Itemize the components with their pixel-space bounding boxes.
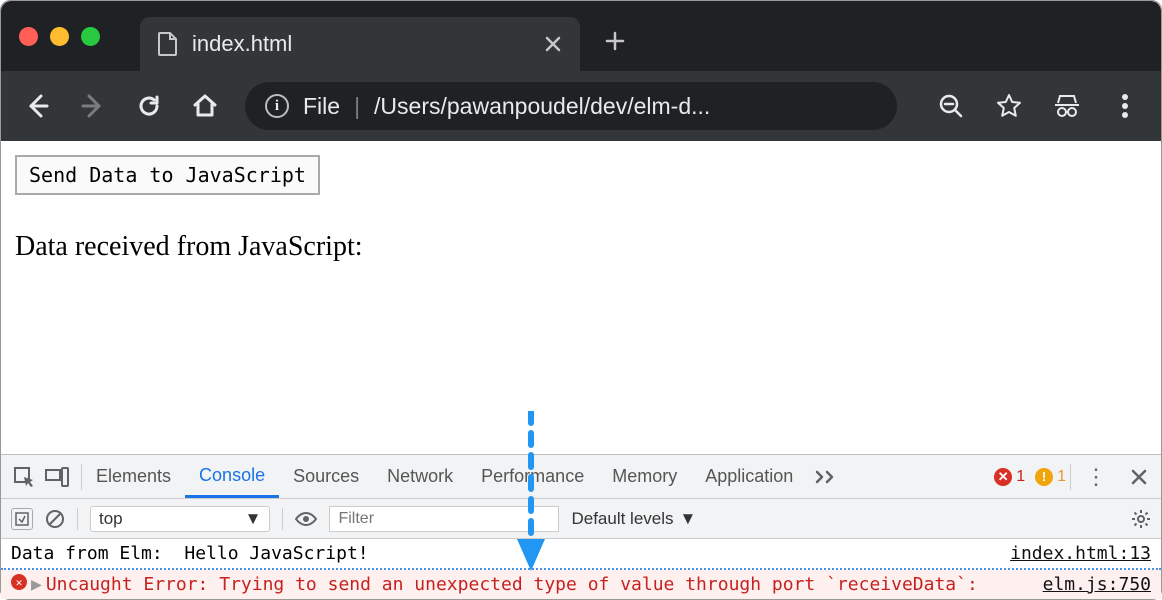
zoom-out-icon[interactable] bbox=[935, 93, 967, 119]
minimize-window-button[interactable] bbox=[50, 27, 69, 46]
incognito-icon[interactable] bbox=[1051, 93, 1083, 119]
back-button[interactable] bbox=[21, 92, 53, 120]
devtools-tab-performance[interactable]: Performance bbox=[467, 455, 598, 498]
live-expression-icon[interactable] bbox=[295, 511, 317, 527]
error-count: 1 bbox=[1016, 468, 1025, 486]
levels-label: Default levels bbox=[571, 509, 673, 529]
devtools-panel: Elements Console Sources Network Perform… bbox=[1, 454, 1161, 599]
url-separator: | bbox=[354, 93, 360, 120]
devtools-tab-application[interactable]: Application bbox=[691, 455, 807, 498]
console-filter-input[interactable] bbox=[329, 506, 559, 532]
file-icon bbox=[158, 32, 178, 56]
chevron-down-icon: ▼ bbox=[680, 509, 697, 529]
window-titlebar: index.html bbox=[1, 1, 1161, 71]
site-info-icon[interactable]: i bbox=[265, 94, 289, 118]
console-toolbar: top ▼ Default levels ▼ bbox=[1, 499, 1161, 539]
devtools-tab-elements[interactable]: Elements bbox=[82, 455, 185, 498]
inspect-element-icon[interactable] bbox=[13, 466, 35, 488]
devtools-tab-memory[interactable]: Memory bbox=[598, 455, 691, 498]
warning-count: 1 bbox=[1057, 468, 1066, 486]
log-source-link[interactable]: elm.js:750 bbox=[1043, 574, 1151, 595]
page-body-text: Data received from JavaScript: bbox=[15, 231, 1147, 263]
close-window-button[interactable] bbox=[19, 27, 38, 46]
devtools-tabs: Elements Console Sources Network Perform… bbox=[1, 455, 1161, 499]
devtools-status-badges[interactable]: ✕1 !1 bbox=[994, 468, 1066, 486]
reload-button[interactable] bbox=[133, 93, 165, 119]
window-traffic-lights bbox=[19, 27, 100, 46]
close-tab-icon[interactable] bbox=[544, 35, 562, 53]
console-settings-icon[interactable] bbox=[1131, 509, 1151, 529]
url-path: /Users/pawanpoudel/dev/elm-d... bbox=[374, 93, 710, 120]
home-button[interactable] bbox=[189, 93, 221, 119]
devtools-tab-network[interactable]: Network bbox=[373, 455, 467, 498]
devtools-tab-sources[interactable]: Sources bbox=[279, 455, 373, 498]
bookmark-star-icon[interactable] bbox=[993, 93, 1025, 119]
browser-menu-icon[interactable] bbox=[1109, 93, 1141, 119]
console-log-row[interactable]: Data from Elm: Hello JavaScript! index.h… bbox=[1, 539, 1161, 570]
log-levels-dropdown[interactable]: Default levels ▼ bbox=[571, 509, 696, 529]
maximize-window-button[interactable] bbox=[81, 27, 100, 46]
browser-toolbar: i File | /Users/pawanpoudel/dev/elm-d... bbox=[1, 71, 1161, 141]
console-error-row[interactable]: ✕ ▶ Uncaught Error: Trying to send an un… bbox=[1, 570, 1161, 599]
console-log: Data from Elm: Hello JavaScript! index.h… bbox=[1, 539, 1161, 599]
address-bar[interactable]: i File | /Users/pawanpoudel/dev/elm-d... bbox=[245, 82, 897, 130]
error-icon: ✕ bbox=[11, 574, 27, 590]
clear-console-icon[interactable] bbox=[45, 509, 65, 529]
send-data-button[interactable]: Send Data to JavaScript bbox=[15, 155, 320, 195]
context-label: top bbox=[99, 509, 123, 529]
console-sidebar-toggle-icon[interactable] bbox=[11, 508, 33, 530]
devtools-menu-icon[interactable]: ⋮ bbox=[1075, 464, 1117, 490]
tab-title: index.html bbox=[192, 31, 292, 57]
devtools-tab-console[interactable]: Console bbox=[185, 455, 279, 498]
page-viewport: Send Data to JavaScript Data received fr… bbox=[1, 141, 1161, 454]
log-message: Data from Elm: Hello JavaScript! bbox=[11, 543, 1010, 564]
chevron-down-icon: ▼ bbox=[245, 509, 262, 529]
device-mode-icon[interactable] bbox=[45, 467, 69, 487]
execution-context-dropdown[interactable]: top ▼ bbox=[90, 506, 270, 532]
expand-caret-icon[interactable]: ▶ bbox=[31, 574, 42, 595]
browser-tab[interactable]: index.html bbox=[140, 17, 580, 71]
overflow-chevron-icon[interactable] bbox=[807, 470, 845, 484]
new-tab-button[interactable] bbox=[604, 30, 626, 52]
log-source-link[interactable]: index.html:13 bbox=[1010, 543, 1151, 564]
devtools-close-icon[interactable] bbox=[1117, 469, 1161, 485]
error-message: Uncaught Error: Trying to send an unexpe… bbox=[46, 574, 1043, 595]
forward-button[interactable] bbox=[77, 92, 109, 120]
url-scheme: File bbox=[303, 93, 340, 120]
